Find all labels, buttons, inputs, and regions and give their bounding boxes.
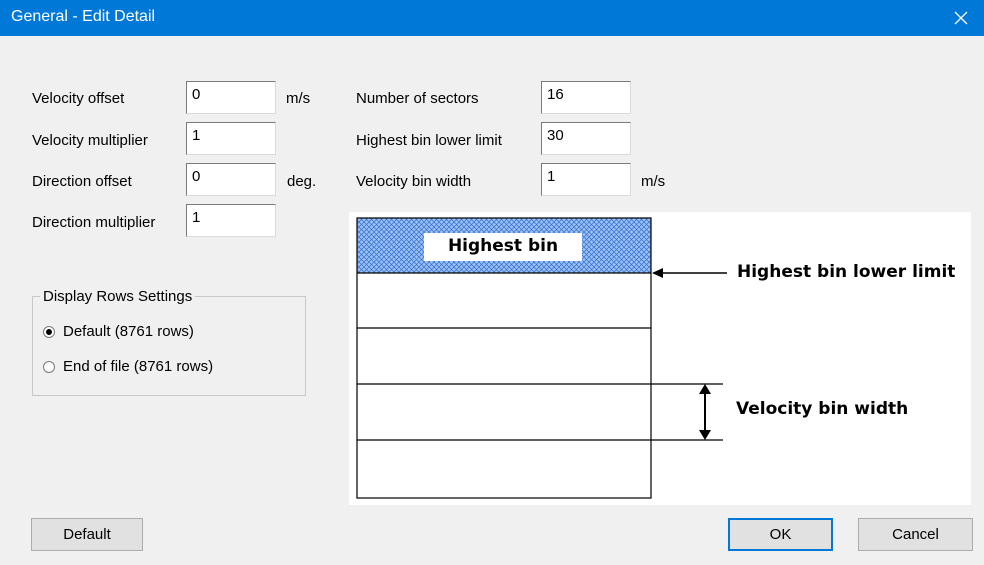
velocity-offset-label: Velocity offset	[32, 90, 125, 107]
velocity-bin-width-unit: m/s	[641, 173, 666, 190]
velocity-bin-width-label: Velocity bin width	[356, 173, 472, 190]
radio-end-of-file-label: End of file (8761 rows)	[63, 358, 214, 375]
direction-multiplier-field[interactable]: 1	[186, 204, 276, 237]
close-icon	[954, 11, 968, 25]
velocity-multiplier-field[interactable]: 1	[186, 122, 276, 155]
direction-offset-label: Direction offset	[32, 173, 132, 190]
velocity-bin-width-field[interactable]: 1	[541, 163, 631, 196]
bin-width-label: Velocity bin width	[736, 399, 909, 419]
arrow-down-icon	[699, 430, 711, 440]
radio-default-rows[interactable]: Default (8761 rows)	[43, 323, 194, 340]
velocity-multiplier-label: Velocity multiplier	[32, 132, 148, 149]
ok-button[interactable]: OK	[728, 518, 833, 551]
radio-default-rows-label: Default (8761 rows)	[63, 323, 194, 340]
highest-bin-lower-limit-field[interactable]: 30	[541, 122, 631, 155]
bin-diagram: Highest bin Highest bin lower limit Velo…	[349, 212, 971, 505]
display-rows-group	[32, 296, 306, 396]
cancel-button[interactable]: Cancel	[858, 518, 973, 551]
radio-end-of-file[interactable]: End of file (8761 rows)	[43, 358, 213, 375]
lower-limit-label: Highest bin lower limit	[737, 262, 956, 282]
title-bar: General - Edit Detail	[0, 0, 984, 36]
direction-multiplier-label: Direction multiplier	[32, 214, 156, 231]
highest-bin-lower-limit-label: Highest bin lower limit	[356, 132, 502, 149]
arrow-up-icon	[699, 384, 711, 394]
direction-offset-unit: deg.	[287, 173, 317, 190]
direction-offset-field[interactable]: 0	[186, 163, 276, 196]
velocity-offset-unit: m/s	[286, 90, 311, 107]
radio-checked-icon[interactable]	[43, 325, 55, 338]
radio-unchecked-icon[interactable]	[43, 360, 55, 373]
number-of-sectors-label: Number of sectors	[356, 90, 479, 107]
number-of-sectors-field[interactable]: 16	[541, 81, 631, 114]
default-button[interactable]: Default	[31, 518, 143, 551]
highest-bin-label: Highest bin	[447, 236, 559, 256]
window-title: General - Edit Detail	[11, 8, 156, 25]
close-button[interactable]	[938, 0, 984, 36]
display-rows-group-title: Display Rows Settings	[40, 288, 196, 305]
arrow-left-icon	[652, 268, 663, 278]
velocity-offset-field[interactable]: 0	[186, 81, 276, 114]
